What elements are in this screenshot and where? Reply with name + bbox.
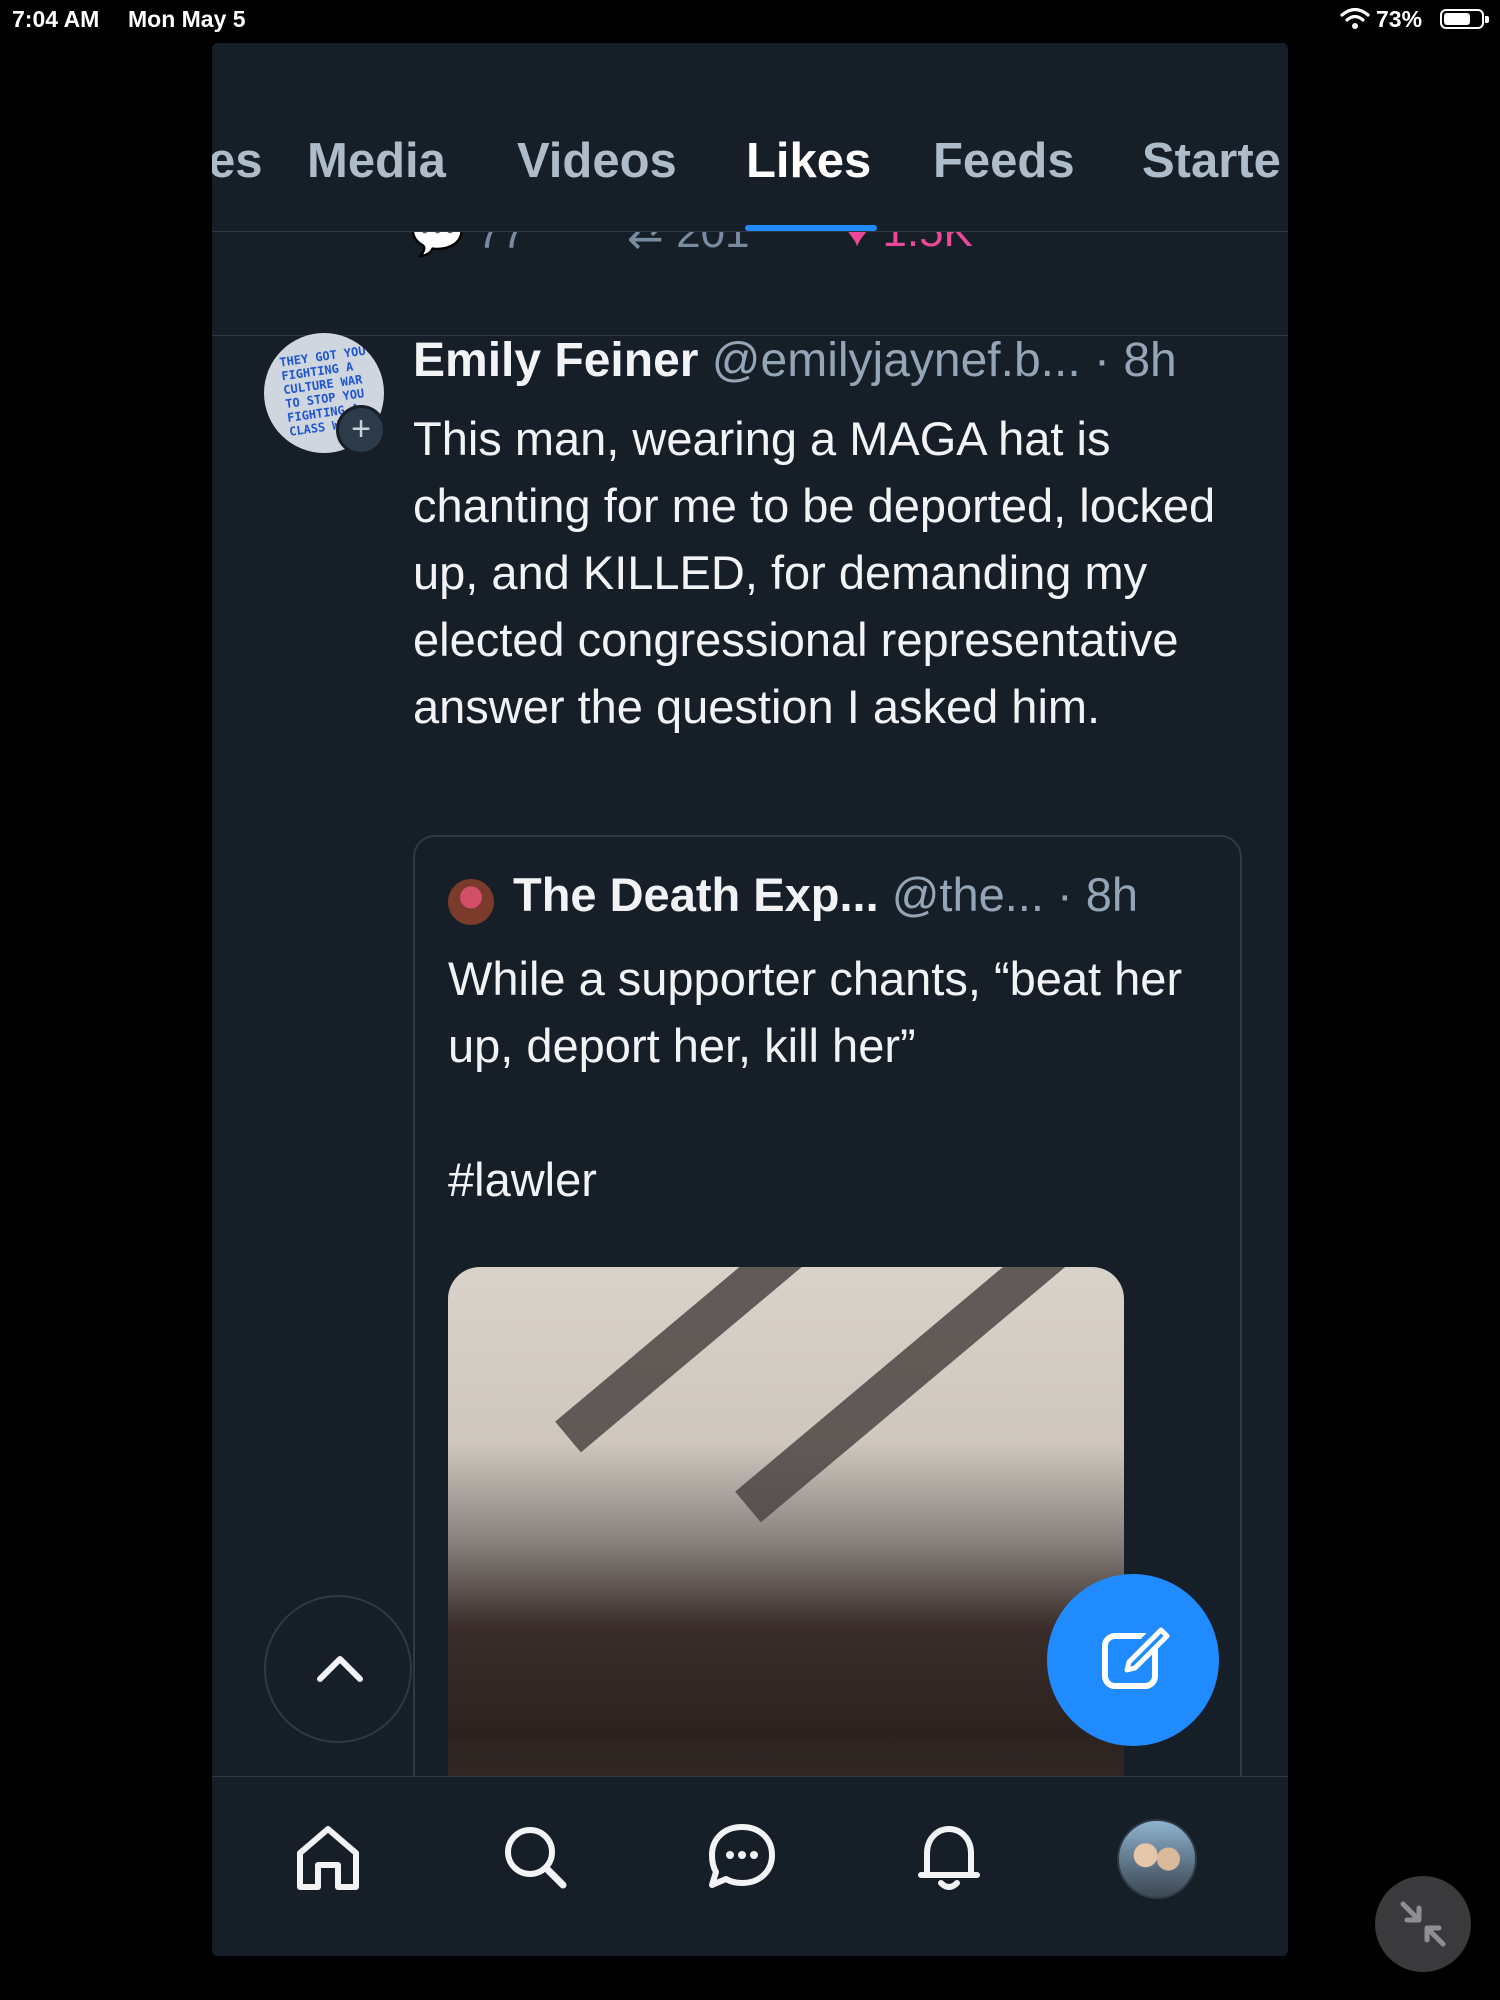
bell-icon[interactable] — [909, 1817, 989, 1897]
author-handle-time[interactable]: @emilyjaynef.b... · 8h — [712, 334, 1177, 387]
status-date: Mon May 5 — [128, 6, 246, 32]
scroll-to-top-button[interactable] — [264, 1595, 412, 1743]
tab-replies[interactable]: es — [212, 133, 263, 189]
wifi-icon — [1340, 7, 1370, 29]
reply-count[interactable]: 💬 77 — [410, 231, 526, 259]
collapse-arrows-icon — [1400, 1901, 1446, 1947]
tab-starter-packs[interactable]: Starte — [1142, 133, 1281, 189]
status-bar: 7:04 AM Mon May 5 73% — [0, 0, 1500, 40]
profile-tabs: es Media Videos Likes Feeds Starte — [212, 43, 1288, 232]
tab-feeds[interactable]: Feeds — [933, 133, 1075, 189]
quoted-text-line: While a supporter chants, “beat her up, … — [448, 952, 1183, 1072]
reply-icon: 💬 — [410, 231, 465, 258]
quoted-author-avatar — [448, 879, 494, 925]
like-count[interactable]: ♥ 1.5K — [844, 231, 973, 257]
battery-icon — [1440, 9, 1489, 29]
profile-avatar[interactable] — [1117, 1819, 1197, 1899]
compose-icon — [1102, 1626, 1170, 1689]
active-tab-indicator — [745, 225, 877, 231]
follow-plus-icon[interactable]: + — [336, 405, 386, 455]
author-name[interactable]: Emily Feiner — [413, 334, 698, 387]
app-window: es Media Videos Likes Feeds Starte 💬 77 … — [212, 43, 1288, 1956]
quoted-author-handle-time: @the... · 8h — [891, 868, 1138, 921]
quoted-post-header: The Death Exp... @the... · 8h — [513, 867, 1138, 922]
heart-icon: ♥ — [844, 231, 871, 256]
tab-likes[interactable]: Likes — [746, 133, 871, 189]
repost-icon: ⇄ — [627, 231, 664, 257]
bottom-navigation — [212, 1776, 1288, 1956]
battery-percent: 73% — [1376, 6, 1423, 32]
minimize-pip-button[interactable] — [1375, 1876, 1471, 1972]
search-icon[interactable] — [495, 1817, 575, 1897]
repost-count[interactable]: ⇄ 201 — [627, 231, 750, 258]
quoted-post-text: While a supporter chants, “beat her up, … — [448, 945, 1228, 1213]
tab-videos[interactable]: Videos — [517, 133, 677, 189]
battery-level — [1444, 13, 1471, 25]
post-text: This man, wearing a MAGA hat is chanting… — [413, 412, 1216, 733]
previous-post-stats: 💬 77 ⇄ 201 ♥ 1.5K — [212, 231, 1288, 336]
quoted-hashtag[interactable]: #lawler — [448, 1146, 1228, 1213]
tab-media[interactable]: Media — [307, 133, 446, 189]
chat-icon[interactable] — [702, 1817, 782, 1897]
status-time: 7:04 AM — [12, 6, 100, 32]
chevron-up-icon — [317, 1656, 363, 1682]
quoted-author-name: The Death Exp... — [513, 868, 879, 921]
home-icon[interactable] — [288, 1817, 368, 1897]
post-header: Emily Feiner @emilyjaynef.b... · 8h — [413, 333, 1273, 388]
ceiling-beam — [735, 1267, 1124, 1523]
compose-button[interactable] — [1047, 1574, 1219, 1746]
